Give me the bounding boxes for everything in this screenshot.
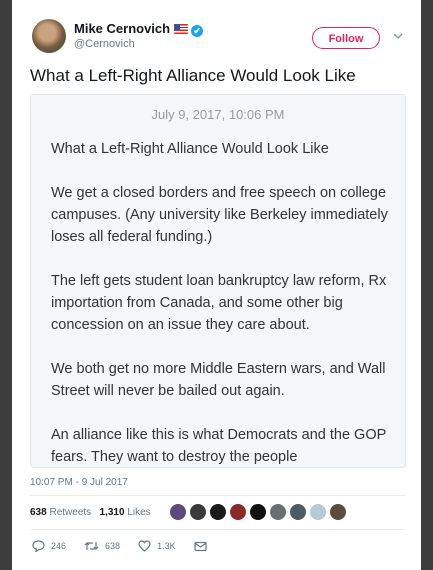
note-paragraph: The left gets student loan bankruptcy la… [51, 273, 387, 333]
liker-avatar[interactable] [330, 504, 346, 520]
action-bar: 246 638 1.3K [32, 540, 231, 552]
retweet-icon [84, 542, 99, 550]
likes-label: Likes [127, 507, 151, 518]
like-button[interactable]: 1.3K [138, 540, 176, 552]
liker-avatar[interactable] [310, 504, 326, 520]
author-name-text[interactable]: Mike Cernovich [74, 21, 170, 36]
divider [30, 529, 406, 530]
note-body: What a Left-Right Alliance Would Look Li… [51, 138, 391, 467]
likes-count: 1,310 [99, 507, 125, 518]
engagement-stats: 638 Retweets 1,310 Likes [30, 507, 151, 518]
chevron-down-icon[interactable] [392, 30, 404, 42]
note-date: July 9, 2017, 10:06 PM [151, 107, 285, 122]
note-paragraph: We both get no more Middle Eastern wars,… [51, 361, 386, 399]
likers-avatars [170, 504, 350, 520]
note-paragraph: What a Left-Right Alliance Would Look Li… [51, 141, 329, 157]
retweets-label: Retweets [49, 507, 92, 518]
liker-avatar[interactable] [270, 504, 286, 520]
like-count: 1.3K [157, 541, 176, 551]
attached-note-image[interactable]: July 9, 2017, 10:06 PM What a Left-Right… [30, 94, 406, 468]
us-flag-icon [174, 24, 189, 34]
note-paragraph: We get a closed borders and free speech … [51, 185, 388, 245]
direct-message-button[interactable] [193, 541, 213, 552]
reply-button[interactable]: 246 [32, 540, 66, 552]
follow-button[interactable]: Follow [312, 27, 380, 49]
author-handle[interactable]: @Cernovich [74, 38, 135, 50]
tweet-card: Mike Cernovich ✔ @Cernovich Follow What a… [12, 0, 421, 570]
reply-count: 246 [51, 541, 67, 551]
envelope-icon [193, 541, 207, 551]
liker-avatar[interactable] [230, 504, 246, 520]
liker-avatar[interactable] [210, 504, 226, 520]
divider [30, 495, 406, 496]
avatar[interactable] [32, 19, 66, 53]
tweet-text: What a Left-Right Alliance Would Look Li… [30, 66, 356, 85]
retweet-count: 638 [105, 541, 121, 551]
heart-icon [138, 540, 151, 552]
author-name[interactable]: Mike Cernovich ✔ [74, 21, 204, 37]
reply-icon [32, 540, 45, 552]
liker-avatar[interactable] [250, 504, 266, 520]
liker-avatar[interactable] [190, 504, 206, 520]
retweet-button[interactable]: 638 [84, 540, 120, 552]
likes-stat[interactable]: 1,310 Likes [100, 507, 151, 518]
retweets-count: 638 [30, 507, 47, 518]
tweet-timestamp[interactable]: 10:07 PM - 9 Jul 2017 [30, 477, 128, 488]
verified-badge-icon: ✔ [191, 25, 204, 37]
liker-avatar[interactable] [290, 504, 306, 520]
retweets-stat[interactable]: 638 Retweets [30, 507, 91, 518]
note-paragraph: An alliance like this is what Democrats … [51, 427, 387, 465]
liker-avatar[interactable] [170, 504, 186, 520]
